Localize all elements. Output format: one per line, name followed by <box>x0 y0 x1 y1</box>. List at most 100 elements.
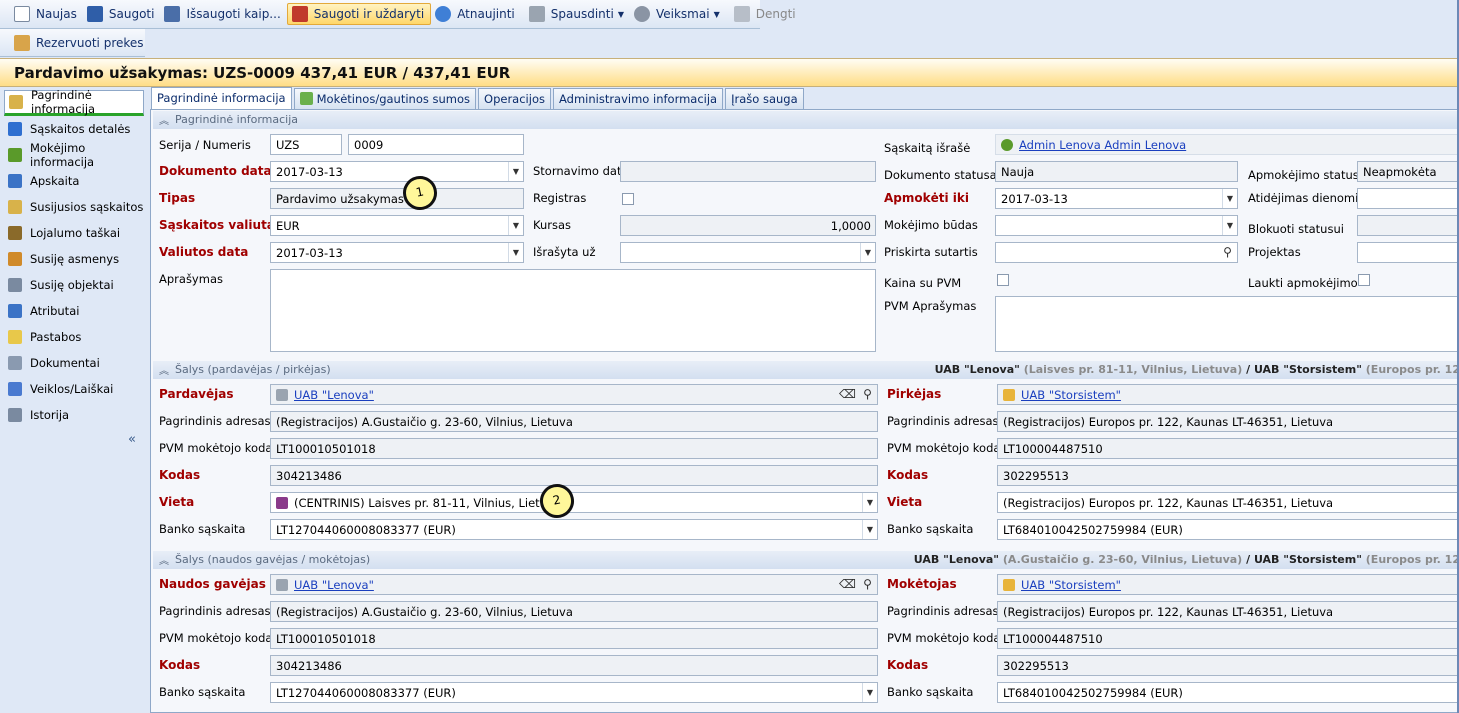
sidebar-item-invoice-details[interactable]: Sąskaitos detalės <box>0 116 148 142</box>
beneficiary-bank-label: Banko sąskaita <box>159 685 246 699</box>
seller-link[interactable]: UAB "Lenova" <box>294 388 374 402</box>
main-toolbar: Naujas Saugoti Išsaugoti kaip... Saugoti… <box>0 0 796 29</box>
doc-status-label: Dokumento statusas <box>884 168 1003 182</box>
sidebar-item-activities[interactable]: Veiklos/Laiškai <box>0 376 148 402</box>
buyer-field[interactable]: UAB "Storsistem" <box>997 384 1459 405</box>
sidebar-item-label: Lojalumo taškai <box>30 226 121 240</box>
buyer-code-label: Kodas <box>887 468 929 482</box>
chevron-down-icon[interactable]: ▼ <box>1222 216 1237 235</box>
chevron-down-icon[interactable]: ▼ <box>862 683 877 702</box>
eraser-icon[interactable]: ⌫ <box>838 575 857 594</box>
sidebar-item-notes[interactable]: Pastabos <box>0 324 148 350</box>
payer-field[interactable]: UAB "Storsistem" <box>997 574 1459 595</box>
written-for-field[interactable]: ▼ <box>620 242 876 263</box>
chevron-down-icon[interactable]: ▼ <box>860 243 875 262</box>
sidebar-item-general-info[interactable]: Pagrindinė informacija <box>4 88 144 116</box>
chevron-down-icon[interactable]: ▼ <box>862 493 877 512</box>
user-icon <box>1001 139 1013 151</box>
eraser-icon[interactable]: ⌫ <box>838 385 857 404</box>
series-field[interactable]: UZS <box>270 134 342 155</box>
chevron-down-icon[interactable]: ▼ <box>1222 189 1237 208</box>
chevron-down-icon[interactable]: ▼ <box>508 216 523 235</box>
tab-admin-info[interactable]: Administravimo informacija <box>552 88 724 109</box>
new-button[interactable]: Naujas <box>10 3 83 25</box>
sidebar-item-related-persons[interactable]: Susiję asmenys <box>0 246 148 272</box>
sidebar-item-history[interactable]: Istorija <box>0 402 148 428</box>
pay-until-field[interactable]: 2017-03-13 ▼ <box>995 188 1238 209</box>
doc-status-field: Nauja <box>995 161 1238 182</box>
save-button[interactable]: Saugoti <box>83 3 161 25</box>
number-field[interactable]: 0009 <box>348 134 524 155</box>
buyer-link[interactable]: UAB "Storsistem" <box>1021 388 1121 402</box>
currency-date-field[interactable]: 2017-03-13 ▼ <box>270 242 524 263</box>
issued-by-link[interactable]: Admin Lenova Admin Lenova <box>1019 138 1186 152</box>
tab-record-security[interactable]: Įrašo sauga <box>725 88 804 109</box>
sidebar-item-loyalty-points[interactable]: Lojalumo taškai <box>0 220 148 246</box>
delay-days-label: Atidėjimas dienomis <box>1248 191 1365 205</box>
contract-field[interactable]: ⚲ <box>995 242 1238 263</box>
search-icon[interactable]: ⚲ <box>858 385 877 404</box>
sidebar-item-accounting[interactable]: Apskaita <box>0 168 148 194</box>
issued-by-label: Sąskaitą išrašė <box>884 141 971 155</box>
beneficiary-bank-field[interactable]: LT127044060008083377 (EUR) ▼ <box>270 682 878 703</box>
actions-button[interactable]: Veiksmai ▼ <box>630 3 726 25</box>
payer-bank-field[interactable]: LT684010042502759984 (EUR) <box>997 682 1459 703</box>
pay-method-field[interactable]: ▼ <box>995 215 1238 236</box>
search-icon[interactable]: ⚲ <box>858 575 877 594</box>
save-as-button[interactable]: Išsaugoti kaip... <box>160 3 286 25</box>
chevron-down-icon[interactable]: ▼ <box>508 162 523 181</box>
vat-description-textarea[interactable] <box>995 296 1459 352</box>
buyer-bank-field[interactable]: LT684010042502759984 (EUR) <box>997 519 1459 540</box>
sidebar-item-related-objects[interactable]: Susiję objektai <box>0 272 148 298</box>
buyer-address-field: (Registracijos) Europos pr. 122, Kaunas … <box>997 411 1459 432</box>
project-field[interactable] <box>1357 242 1459 263</box>
group-header-general[interactable]: ︽ Pagrindinė informacija <box>153 111 1459 129</box>
tab-operations[interactable]: Operacijos <box>478 88 551 109</box>
beneficiary-field[interactable]: UAB "Lenova" ⌫ ⚲ <box>270 574 878 595</box>
refresh-icon <box>435 6 452 22</box>
reserve-goods-button[interactable]: Rezervuoti prekes <box>10 32 150 54</box>
pay-status-field: Neapmokėta <box>1357 161 1459 182</box>
chevron-down-icon[interactable]: ▼ <box>862 520 877 539</box>
cover-button[interactable]: Dengti <box>730 3 802 25</box>
refresh-button[interactable]: Atnaujinti <box>431 3 521 25</box>
beneficiary-bank-value: LT127044060008083377 (EUR) <box>276 686 456 700</box>
beneficiary-code-field: 304213486 <box>270 655 878 676</box>
sidebar-item-label: Susiję asmenys <box>30 252 120 266</box>
collapse-sidebar-button[interactable]: « <box>128 432 136 447</box>
summary-buyer-address: (Europos pr. 12 <box>1365 363 1459 376</box>
tab-payables[interactable]: Mokėtinos/gautinos sumos <box>293 88 477 109</box>
save-close-button[interactable]: Saugoti ir uždaryti <box>286 3 432 25</box>
currency-field[interactable]: EUR ▼ <box>270 215 524 236</box>
payer-bank-label: Banko sąskaita <box>887 685 974 699</box>
sidebar-item-attributes[interactable]: Atributai <box>0 298 148 324</box>
sidebar-item-related-invoices[interactable]: Susijusios sąskaitos <box>0 194 148 220</box>
print-button[interactable]: Spausdinti ▼ <box>525 3 630 25</box>
sidebar-item-documents[interactable]: Dokumentai <box>0 350 148 376</box>
tab-general-info[interactable]: Pagrindinė informacija <box>151 87 292 109</box>
delay-days-field[interactable] <box>1357 188 1459 209</box>
seller-field[interactable]: UAB "Lenova" ⌫ ⚲ <box>270 384 878 405</box>
search-icon[interactable]: ⚲ <box>1218 243 1237 262</box>
reserve-goods-button-label: Rezervuoti prekes <box>36 35 144 50</box>
await-payment-checkbox[interactable] <box>1358 274 1370 286</box>
price-with-vat-checkbox[interactable] <box>997 274 1009 286</box>
register-checkbox[interactable] <box>622 193 634 205</box>
payer-link[interactable]: UAB "Storsistem" <box>1021 578 1121 592</box>
chevron-down-icon[interactable]: ▼ <box>508 243 523 262</box>
doc-date-field[interactable]: 2017-03-13 ▼ <box>270 161 524 182</box>
series-label: Serija / Numeris <box>159 138 251 152</box>
seller-bank-field[interactable]: LT127044060008083377 (EUR) ▼ <box>270 519 878 540</box>
type-label: Tipas <box>159 191 196 205</box>
main-content: Pagrindinė informacija Mokėtinos/gautino… <box>150 87 1459 713</box>
seller-bank-label: Banko sąskaita <box>159 522 246 536</box>
beneficiary-link[interactable]: UAB "Lenova" <box>294 578 374 592</box>
sidebar-item-label: Veiklos/Laiškai <box>30 382 114 396</box>
document-icon <box>8 356 22 370</box>
reserve-icon <box>14 34 30 51</box>
group-header-parties[interactable]: ︽ Šalys (pardavėjas / pirkėjas) UAB "Len… <box>153 361 1459 379</box>
description-textarea[interactable] <box>270 269 876 352</box>
buyer-place-field[interactable]: (Registracijos) Europos pr. 122, Kaunas … <box>997 492 1459 513</box>
group-header-payers[interactable]: ︽ Šalys (naudos gavėjas / mokėtojas) UAB… <box>153 551 1459 569</box>
sidebar-item-payment-info[interactable]: Mokėjimo informacija <box>0 141 148 169</box>
